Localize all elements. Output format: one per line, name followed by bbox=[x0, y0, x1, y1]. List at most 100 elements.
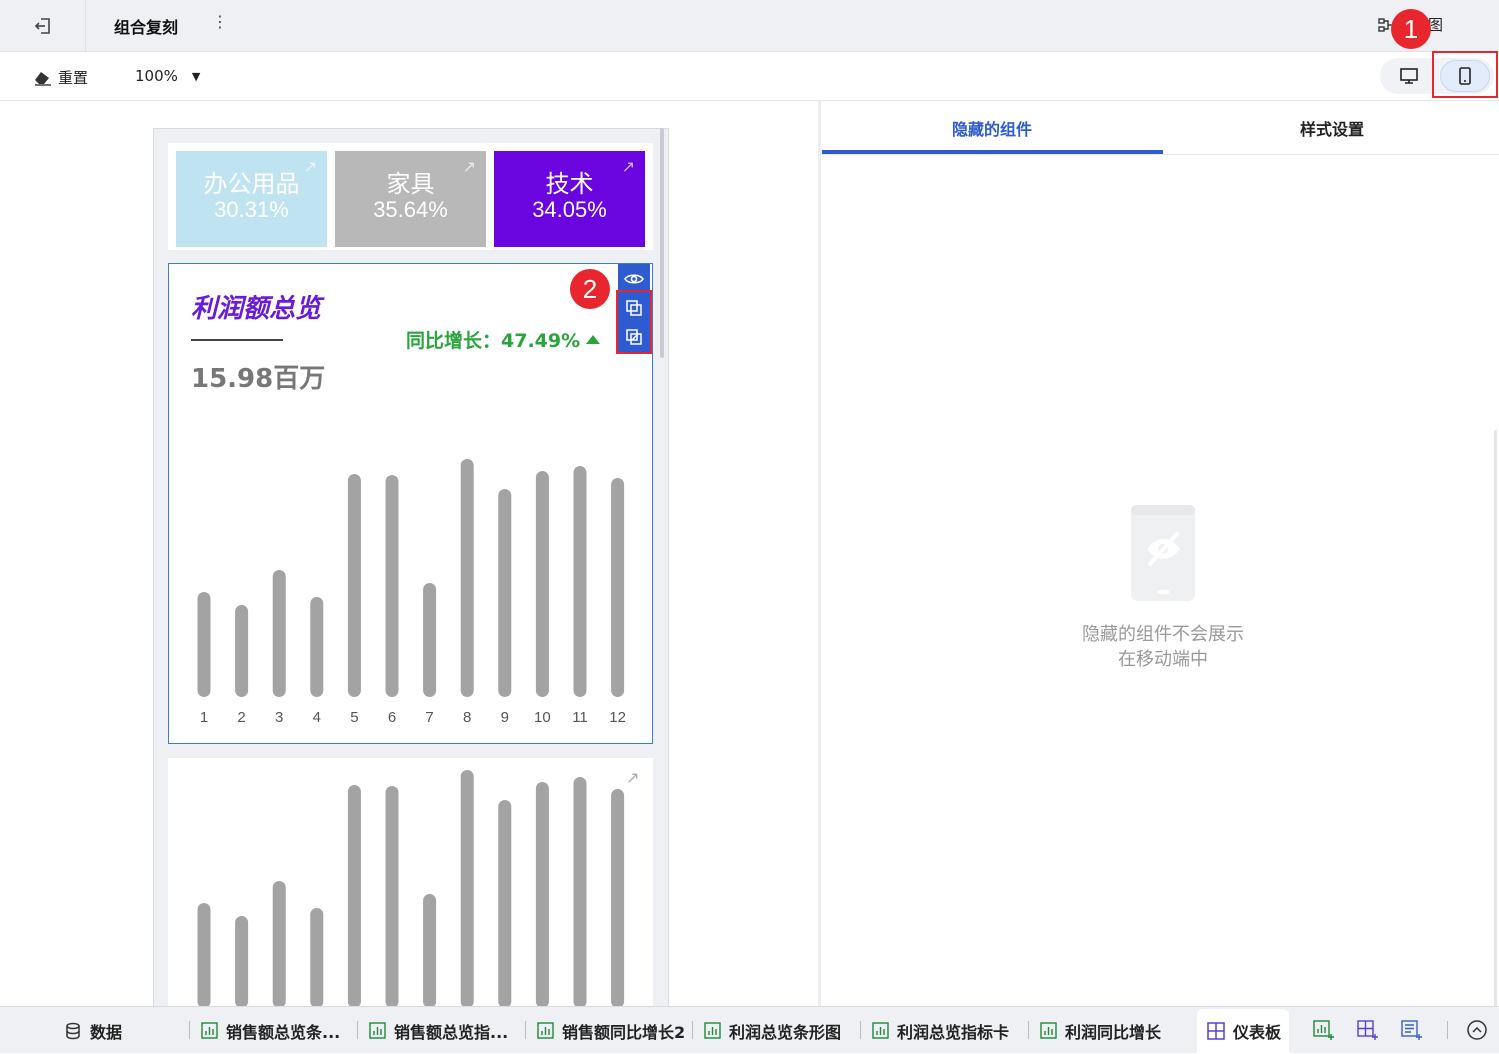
add-dashboard-icon bbox=[1357, 1020, 1378, 1040]
bar-2[interactable] bbox=[235, 916, 249, 1006]
reset-button[interactable]: 重置 bbox=[34, 67, 88, 88]
bar-10[interactable] bbox=[535, 782, 549, 1006]
add-dashboard-button[interactable] bbox=[1355, 1017, 1381, 1043]
component-tab[interactable]: 利润总览指标卡 bbox=[872, 1007, 1009, 1054]
bar-9[interactable] bbox=[498, 489, 512, 697]
open-arrow-icon[interactable]: ↗ bbox=[304, 157, 317, 176]
data-tab-label: 数据 bbox=[90, 1022, 123, 1042]
exit-button[interactable] bbox=[0, 0, 86, 52]
bar-12[interactable] bbox=[611, 789, 625, 1006]
kpi-percent: 34.05% bbox=[532, 197, 607, 222]
bar-12[interactable] bbox=[611, 478, 625, 697]
tab-separator bbox=[1028, 1021, 1029, 1039]
chart-component-icon bbox=[369, 1022, 386, 1039]
x-tick-label: 8 bbox=[463, 709, 471, 726]
chart-component-icon bbox=[704, 1022, 721, 1039]
add-component-button[interactable] bbox=[1311, 1017, 1337, 1043]
empty-line-2: 在移动端中 bbox=[1118, 649, 1208, 670]
x-tick-label: 12 bbox=[609, 709, 626, 726]
x-tick-label: 9 bbox=[501, 709, 509, 726]
kpi-percent: 30.31% bbox=[214, 197, 289, 222]
zoom-value: 100% bbox=[135, 67, 178, 85]
component-tab[interactable]: 销售额总览条... bbox=[201, 1007, 340, 1054]
desktop-view-button[interactable] bbox=[1390, 62, 1428, 90]
add-chart-icon bbox=[1313, 1020, 1334, 1040]
monitor-icon bbox=[1400, 68, 1418, 84]
sales-bar-chart bbox=[197, 770, 625, 1006]
x-tick-label: 3 bbox=[275, 709, 283, 726]
tab-style-settings[interactable]: 样式设置 bbox=[1162, 101, 1499, 155]
kpi-card-furniture[interactable]: 家具 35.64% ↗ bbox=[335, 151, 486, 247]
x-tick-label: 6 bbox=[388, 709, 396, 726]
component-tab[interactable]: 销售额总览指... bbox=[369, 1007, 508, 1054]
bar-1[interactable] bbox=[197, 592, 211, 697]
database-icon bbox=[64, 1022, 82, 1040]
bar-9[interactable] bbox=[498, 800, 512, 1006]
component-tab-label: 利润总览条形图 bbox=[729, 1022, 842, 1042]
open-arrow-icon[interactable]: ↗ bbox=[622, 157, 635, 176]
x-tick-label: 5 bbox=[350, 709, 358, 726]
tab-separator bbox=[1447, 1021, 1448, 1039]
dashboard-tab[interactable]: 仪表板 bbox=[1207, 1007, 1281, 1054]
collapse-button[interactable] bbox=[1464, 1017, 1490, 1043]
tab-separator bbox=[189, 1021, 190, 1039]
right-panel-tabs: 隐藏的组件 样式设置 bbox=[822, 101, 1499, 155]
bar-7[interactable] bbox=[423, 583, 437, 697]
component-tab-label: 销售额同比增长2 bbox=[562, 1022, 686, 1042]
more-menu-icon[interactable]: ⋮ bbox=[212, 12, 228, 31]
bar-8[interactable] bbox=[460, 459, 474, 697]
component-tab[interactable]: 利润同比增长 bbox=[1040, 1007, 1161, 1054]
component-tab[interactable]: 利润总览条形图 bbox=[704, 1007, 841, 1054]
hidden-phone-icon bbox=[1131, 505, 1195, 601]
x-tick-label: 2 bbox=[237, 709, 245, 726]
bar-5[interactable] bbox=[347, 474, 361, 697]
chart-component-icon bbox=[537, 1022, 554, 1039]
right-panel-scrollbar[interactable] bbox=[1494, 430, 1497, 1006]
step-badge-2: 2 bbox=[570, 269, 610, 309]
bar-7[interactable] bbox=[423, 894, 437, 1006]
zoom-select[interactable]: 100% ▼ bbox=[135, 67, 200, 85]
bar-4[interactable] bbox=[310, 908, 324, 1006]
preview-scrollbar[interactable] bbox=[660, 128, 664, 358]
bar-3[interactable] bbox=[272, 881, 286, 1006]
open-arrow-icon[interactable]: ↗ bbox=[463, 157, 476, 176]
top-bar: 组合复刻 ⋮ 缘视图 1 bbox=[0, 0, 1499, 52]
bar-2[interactable] bbox=[235, 605, 249, 697]
panel-divider[interactable] bbox=[818, 101, 821, 1006]
x-tick-label: 7 bbox=[425, 709, 433, 726]
open-arrow-icon[interactable]: ↗ bbox=[626, 768, 639, 787]
highlight-box-tools bbox=[616, 290, 652, 354]
bar-8[interactable] bbox=[460, 770, 474, 1006]
add-report-button[interactable] bbox=[1399, 1017, 1425, 1043]
reset-label: 重置 bbox=[58, 69, 89, 87]
tab-hidden-components[interactable]: 隐藏的组件 bbox=[822, 101, 1162, 155]
bar-4[interactable] bbox=[310, 597, 324, 697]
bar-5[interactable] bbox=[347, 785, 361, 1006]
highlight-box-mobile bbox=[1432, 51, 1498, 98]
x-tick-label: 4 bbox=[313, 709, 321, 726]
kpi-row: 办公用品 30.31% ↗ 家具 35.64% ↗ 技术 34.05% ↗ bbox=[168, 143, 653, 250]
add-report-icon bbox=[1401, 1020, 1422, 1040]
bar-1[interactable] bbox=[197, 903, 211, 1006]
eraser-icon bbox=[35, 71, 51, 86]
bar-11[interactable] bbox=[573, 466, 587, 697]
data-tab[interactable]: 数据 bbox=[64, 1007, 122, 1054]
bar-6[interactable] bbox=[385, 786, 399, 1006]
component-tab-label: 利润总览指标卡 bbox=[897, 1022, 1010, 1042]
hide-component-button[interactable] bbox=[618, 264, 650, 293]
chart-component-icon bbox=[201, 1022, 218, 1039]
kpi-card-technology[interactable]: 技术 34.05% ↗ bbox=[494, 151, 645, 247]
kpi-card-office[interactable]: 办公用品 30.31% ↗ bbox=[176, 151, 327, 247]
step-badge-1: 1 bbox=[1391, 9, 1431, 49]
x-tick-label: 11 bbox=[572, 709, 588, 726]
bar-3[interactable] bbox=[272, 570, 286, 697]
x-tick-label: 1 bbox=[200, 709, 208, 726]
profit-bar-chart: 1 2 3 4 5 6 7 8 9 10 11 12 bbox=[197, 459, 626, 726]
bar-6[interactable] bbox=[385, 475, 399, 697]
bottom-tab-bar: 数据 销售额总览条... 销售额总览指... 销售额同比增长2 利润总览条形图 … bbox=[0, 1006, 1499, 1054]
bar-11[interactable] bbox=[573, 777, 587, 1006]
component-tab[interactable]: 销售额同比增长2 bbox=[537, 1007, 685, 1054]
caret-down-icon: ▼ bbox=[191, 69, 201, 83]
exit-icon bbox=[34, 18, 50, 34]
bar-10[interactable] bbox=[535, 471, 549, 697]
